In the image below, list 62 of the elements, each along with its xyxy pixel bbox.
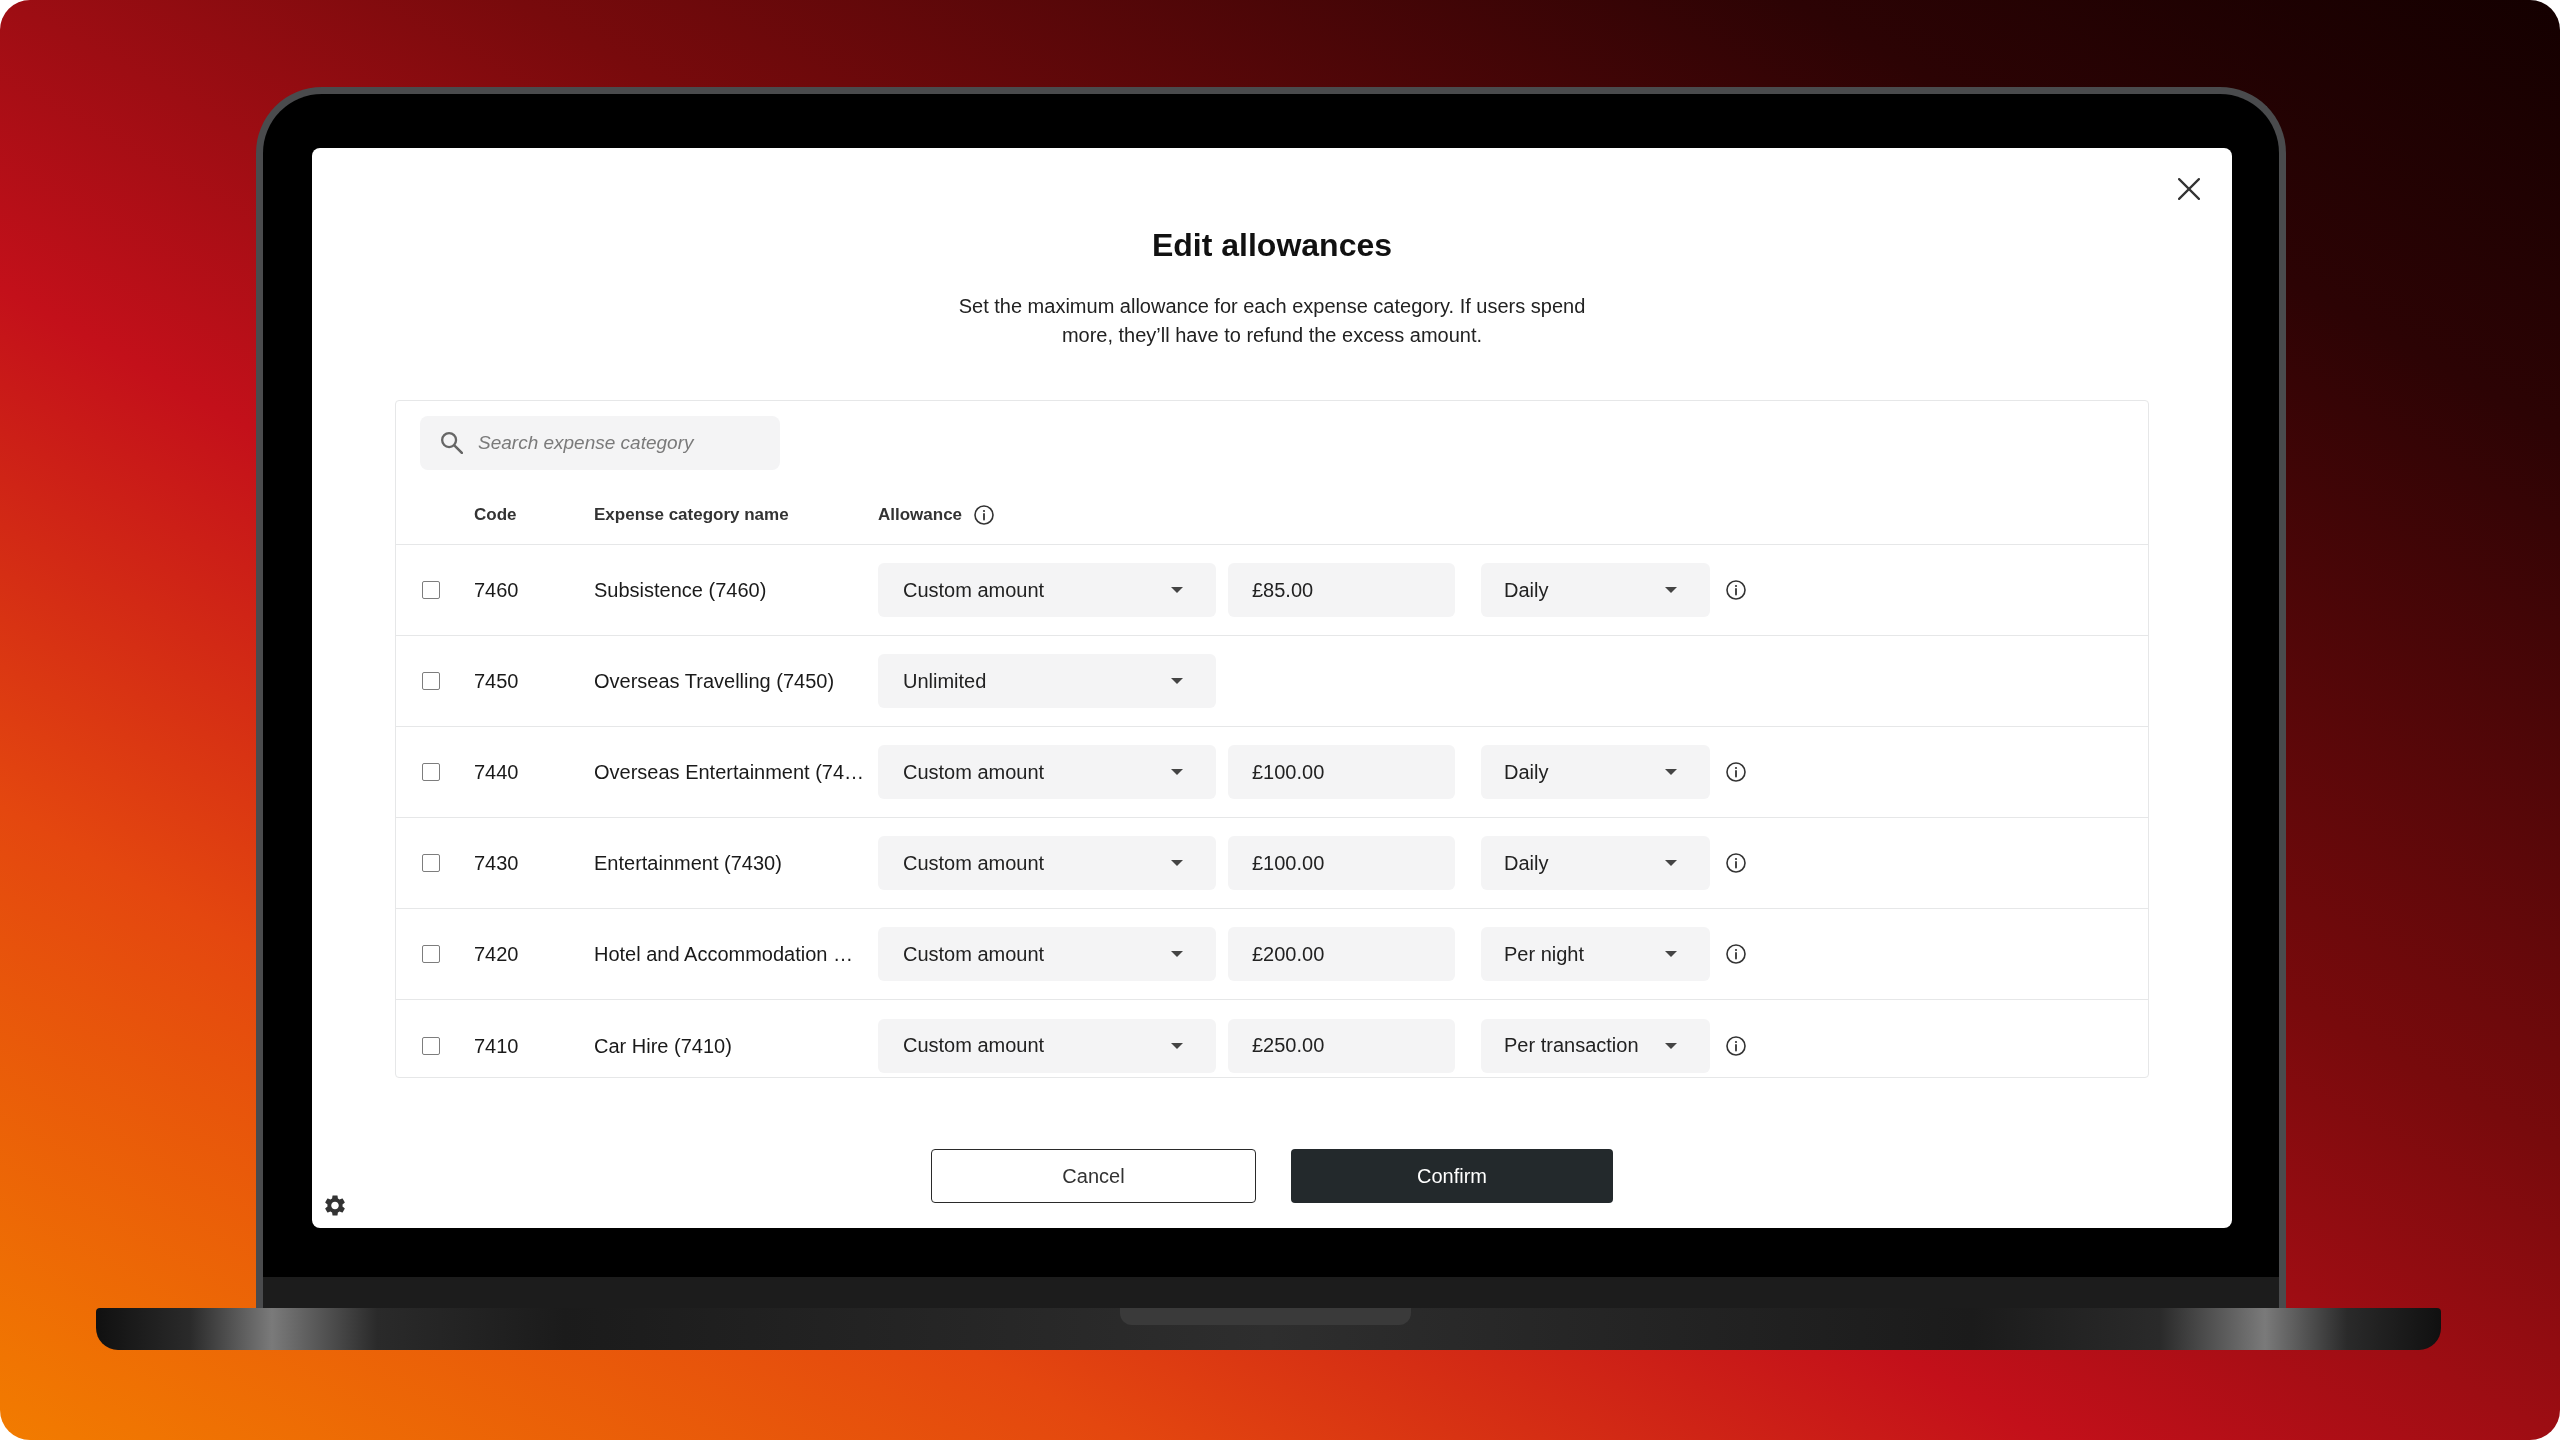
search-icon [441, 432, 463, 454]
info-icon[interactable] [1726, 580, 1746, 600]
caret-icon [1665, 1042, 1677, 1049]
row-checkbox[interactable] [422, 763, 440, 781]
row-checkbox[interactable] [422, 1036, 440, 1055]
period-select[interactable]: Daily [1481, 745, 1710, 799]
caret-icon [1171, 1042, 1183, 1049]
code-cell: 7410 [474, 1033, 519, 1058]
caret-icon [1665, 587, 1677, 593]
caret-icon [1171, 860, 1183, 866]
allowance-type-select[interactable]: Custom amount [878, 745, 1216, 799]
category-name-cell: Overseas Travelling (7450) [594, 669, 835, 693]
close-button[interactable] [2177, 177, 2201, 201]
amount-field[interactable]: £200.00 [1228, 927, 1455, 981]
search-field[interactable]: Search expense category [420, 416, 780, 470]
settings-icon[interactable] [325, 1195, 345, 1216]
caret-icon [1171, 769, 1183, 775]
category-name-cell: Hotel and Accommodation … [594, 942, 854, 966]
allowance-type-select[interactable]: Custom amount [878, 563, 1216, 617]
amount-field[interactable]: £100.00 [1228, 745, 1455, 799]
allowance-type-select[interactable]: Custom amount [878, 1018, 1216, 1073]
info-icon[interactable] [1726, 853, 1746, 873]
info-icon[interactable] [1726, 1035, 1746, 1056]
column-header: Allowance [878, 505, 963, 525]
code-cell: 7420 [474, 942, 519, 966]
category-name-cell: Car Hire (7410) [594, 1033, 732, 1058]
dialog-title: Edit allowances [1151, 226, 1393, 265]
caret-icon [1171, 587, 1183, 593]
close-icon [2178, 178, 2200, 200]
info-icon[interactable] [1726, 762, 1746, 782]
period-select[interactable]: Per night [1481, 927, 1710, 981]
column-header: Code [474, 505, 517, 525]
caret-icon [1171, 951, 1183, 957]
category-name-cell: Overseas Entertainment (74… [594, 760, 865, 784]
period-select[interactable]: Daily [1481, 836, 1710, 890]
category-name-cell: Entertainment (7430) [594, 851, 782, 875]
column-header: Expense category name [594, 505, 789, 525]
allowance-type-select[interactable]: Custom amount [878, 836, 1216, 890]
amount-field[interactable]: £100.00 [1228, 836, 1455, 890]
allowance-type-select[interactable]: Custom amount [878, 927, 1216, 981]
caret-icon [1665, 951, 1677, 957]
row-checkbox[interactable] [422, 854, 440, 872]
caret-icon [1665, 769, 1677, 775]
row-checkbox[interactable] [422, 945, 440, 963]
caret-icon [1665, 860, 1677, 866]
dialog-description: Set the maximum allowance for each expense category. If users spend more, they’ll have to refund the excess amount. [957, 294, 1587, 348]
caret-icon [1171, 678, 1183, 684]
category-name-cell: Subsistence (7460) [594, 578, 767, 602]
allowance-type-select[interactable]: Unlimited [878, 654, 1216, 708]
info-icon[interactable] [1726, 944, 1746, 964]
row-checkbox[interactable] [422, 581, 440, 599]
confirm-button[interactable]: Confirm [1291, 1149, 1613, 1203]
amount-field[interactable]: £85.00 [1228, 563, 1455, 617]
period-select[interactable]: Per transaction [1481, 1018, 1710, 1073]
code-cell: 7460 [474, 578, 519, 602]
code-cell: 7440 [474, 760, 519, 784]
row-checkbox[interactable] [422, 672, 440, 690]
amount-field[interactable]: £250.00 [1228, 1018, 1455, 1073]
cancel-button[interactable]: Cancel [931, 1149, 1256, 1203]
period-select[interactable]: Daily [1481, 563, 1710, 617]
code-cell: 7450 [474, 669, 519, 693]
code-cell: 7430 [474, 851, 519, 875]
